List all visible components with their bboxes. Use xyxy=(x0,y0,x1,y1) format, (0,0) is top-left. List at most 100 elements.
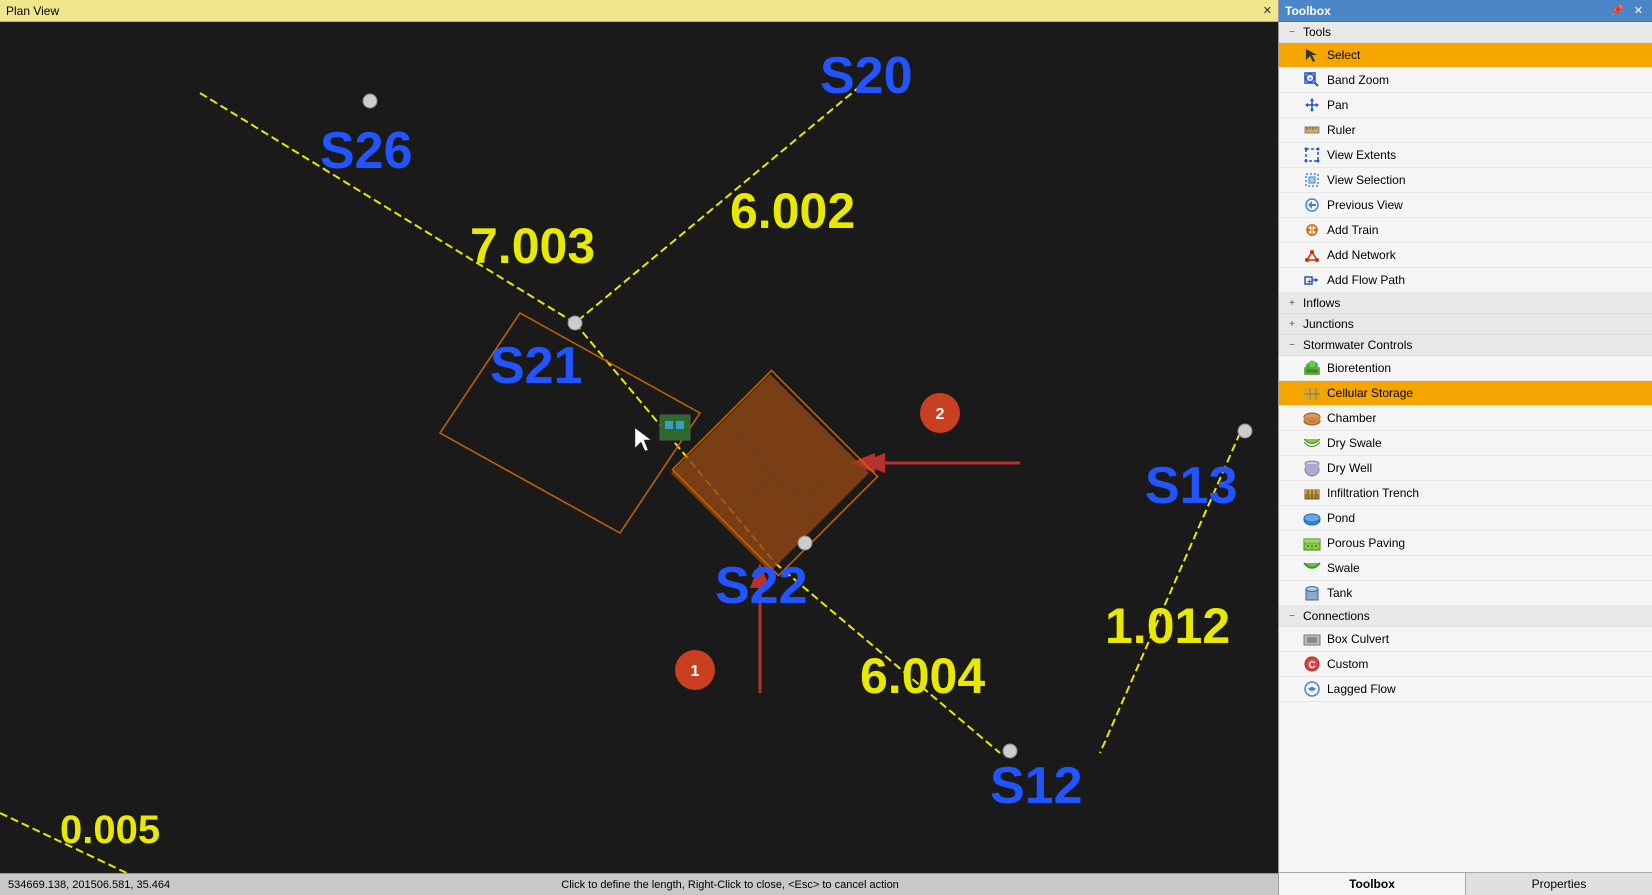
porous-paving-icon xyxy=(1303,534,1321,552)
toolbox-item-custom[interactable]: C Custom xyxy=(1279,652,1652,677)
toolbox-item-bioretention[interactable]: Bioretention xyxy=(1279,356,1652,381)
swale-icon xyxy=(1303,559,1321,577)
toolbox-item-add-flow-path[interactable]: + Add Flow Path xyxy=(1279,268,1652,293)
svg-text:+: + xyxy=(1308,76,1312,83)
inflows-section-header[interactable]: + Inflows xyxy=(1279,293,1652,314)
status-coordinates: 534669.138, 201506.581, 35.464 xyxy=(8,879,170,891)
junctions-section-header[interactable]: + Junctions xyxy=(1279,314,1652,335)
band-zoom-icon: + xyxy=(1303,71,1321,89)
band-zoom-label: Band Zoom xyxy=(1327,73,1389,87)
toolbox-title: Toolbox xyxy=(1285,4,1331,18)
tools-section-header[interactable]: − Tools xyxy=(1279,22,1652,43)
toolbox-item-previous-view[interactable]: Previous View xyxy=(1279,193,1652,218)
plan-view-canvas[interactable]: S26 S20 S21 S22 S13 S12 7.003 6.002 6.00… xyxy=(0,22,1278,895)
dry-swale-label: Dry Swale xyxy=(1327,436,1382,450)
inflows-expand-icon: + xyxy=(1285,296,1299,310)
toolbox-item-infiltration-trench[interactable]: Infiltration Trench xyxy=(1279,481,1652,506)
toolbox-item-view-extents[interactable]: View Extents xyxy=(1279,143,1652,168)
svg-text:6.004: 6.004 xyxy=(860,648,985,704)
toolbox-item-ruler[interactable]: Ruler xyxy=(1279,118,1652,143)
toolbox-pin-button[interactable]: 📌 xyxy=(1607,4,1627,17)
toolbox-item-swale[interactable]: Swale xyxy=(1279,556,1652,581)
toolbox-item-dry-swale[interactable]: Dry Swale xyxy=(1279,431,1652,456)
dry-well-icon xyxy=(1303,459,1321,477)
toolbox-item-select[interactable]: Select xyxy=(1279,43,1652,68)
plan-view-title: Plan View xyxy=(6,4,59,18)
connections-expand-icon: − xyxy=(1285,609,1299,623)
svg-text:0.005: 0.005 xyxy=(60,808,160,852)
toolbox-item-add-network[interactable]: Add Network xyxy=(1279,243,1652,268)
infiltration-trench-label: Infiltration Trench xyxy=(1327,486,1419,500)
box-culvert-icon xyxy=(1303,630,1321,648)
previous-view-icon xyxy=(1303,196,1321,214)
tank-label: Tank xyxy=(1327,586,1352,600)
stormwater-controls-expand-icon: − xyxy=(1285,338,1299,352)
toolbox-item-band-zoom[interactable]: + Band Zoom xyxy=(1279,68,1652,93)
svg-text:7.003: 7.003 xyxy=(470,218,595,274)
toolbox-item-porous-paving[interactable]: Porous Paving xyxy=(1279,531,1652,556)
toolbox-item-tank[interactable]: Tank xyxy=(1279,581,1652,606)
toolbox-tab-properties[interactable]: Properties xyxy=(1466,873,1652,895)
add-network-icon xyxy=(1303,246,1321,264)
toolbox-item-view-selection[interactable]: View Selection xyxy=(1279,168,1652,193)
toolbox-item-box-culvert[interactable]: Box Culvert xyxy=(1279,627,1652,652)
chamber-label: Chamber xyxy=(1327,411,1376,425)
toolbox-item-pan[interactable]: Pan xyxy=(1279,93,1652,118)
ruler-label: Ruler xyxy=(1327,123,1356,137)
toolbox-item-dry-well[interactable]: Dry Well xyxy=(1279,456,1652,481)
bioretention-label: Bioretention xyxy=(1327,361,1391,375)
toolbox-item-pond[interactable]: Pond xyxy=(1279,506,1652,531)
pan-icon xyxy=(1303,96,1321,114)
toolbox-tab-toolbox[interactable]: Toolbox xyxy=(1279,873,1466,895)
inflows-section-label: Inflows xyxy=(1303,296,1340,310)
toolbox-close-button[interactable]: ✕ xyxy=(1631,4,1646,17)
previous-view-label: Previous View xyxy=(1327,198,1403,212)
add-flow-path-icon: + xyxy=(1303,271,1321,289)
infiltration-trench-icon xyxy=(1303,484,1321,502)
status-bar: 534669.138, 201506.581, 35.464 Click to … xyxy=(0,873,1278,895)
toolbox-tabs: Toolbox Properties xyxy=(1279,872,1652,895)
svg-text:+: + xyxy=(1307,277,1312,286)
ruler-icon xyxy=(1303,121,1321,139)
cellular-storage-icon xyxy=(1303,384,1321,402)
plan-view-title-bar: Plan View ✕ xyxy=(0,0,1278,22)
dry-well-label: Dry Well xyxy=(1327,461,1372,475)
svg-text:1.012: 1.012 xyxy=(1105,598,1230,654)
cellular-storage-label: Cellular Storage xyxy=(1327,386,1413,400)
view-selection-icon xyxy=(1303,171,1321,189)
pan-label: Pan xyxy=(1327,98,1348,112)
custom-label: Custom xyxy=(1327,657,1368,671)
view-selection-label: View Selection xyxy=(1327,173,1406,187)
swale-label: Swale xyxy=(1327,561,1360,575)
pond-icon xyxy=(1303,509,1321,527)
toolbox-content: − Tools Select + Band Zoom Pan Rule xyxy=(1279,22,1652,872)
box-culvert-label: Box Culvert xyxy=(1327,632,1389,646)
lagged-flow-icon xyxy=(1303,680,1321,698)
chamber-icon xyxy=(1303,409,1321,427)
view-extents-icon xyxy=(1303,146,1321,164)
porous-paving-label: Porous Paving xyxy=(1327,536,1405,550)
select-label: Select xyxy=(1327,48,1360,62)
connections-section-header[interactable]: − Connections xyxy=(1279,606,1652,627)
stormwater-controls-section-label: Stormwater Controls xyxy=(1303,338,1412,352)
add-flow-path-label: Add Flow Path xyxy=(1327,273,1405,287)
pond-label: Pond xyxy=(1327,511,1355,525)
tank-icon xyxy=(1303,584,1321,602)
view-extents-label: View Extents xyxy=(1327,148,1396,162)
junctions-expand-icon: + xyxy=(1285,317,1299,331)
toolbox-item-add-train[interactable]: Add Train xyxy=(1279,218,1652,243)
toolbox-item-chamber[interactable]: Chamber xyxy=(1279,406,1652,431)
toolbox-item-cellular-storage[interactable]: Cellular Storage xyxy=(1279,381,1652,406)
svg-text:6.002: 6.002 xyxy=(730,183,855,239)
svg-text:1: 1 xyxy=(691,663,700,680)
plan-view-close-button[interactable]: ✕ xyxy=(1263,4,1272,17)
toolbox-item-lagged-flow[interactable]: Lagged Flow xyxy=(1279,677,1652,702)
status-message: Click to define the length, Right-Click … xyxy=(190,879,1270,891)
dry-swale-icon xyxy=(1303,434,1321,452)
custom-icon: C xyxy=(1303,655,1321,673)
add-train-label: Add Train xyxy=(1327,223,1378,237)
svg-text:S21: S21 xyxy=(490,337,583,395)
add-network-label: Add Network xyxy=(1327,248,1396,262)
svg-text:S13: S13 xyxy=(1145,457,1238,515)
stormwater-controls-section-header[interactable]: − Stormwater Controls xyxy=(1279,335,1652,356)
